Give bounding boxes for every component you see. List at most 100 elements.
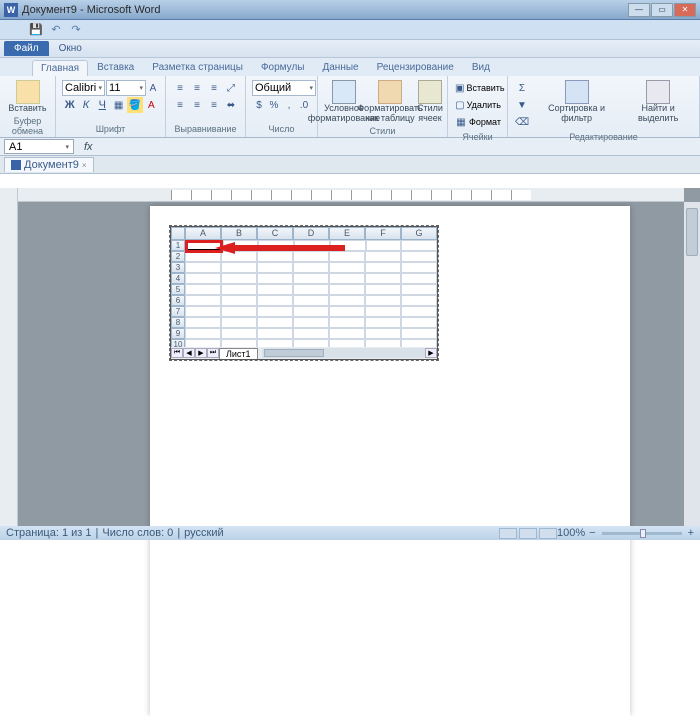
row-header[interactable]: 1 <box>171 240 185 251</box>
sheet-tab[interactable]: Лист1 <box>219 348 258 359</box>
col-header[interactable]: D <box>293 227 329 240</box>
tab-view[interactable]: Вид <box>463 59 499 76</box>
cell[interactable] <box>185 328 221 339</box>
cell[interactable] <box>365 328 401 339</box>
autosum-icon[interactable]: Σ <box>514 80 530 96</box>
cell[interactable] <box>257 251 293 262</box>
cell[interactable] <box>329 273 365 284</box>
sheet-nav-first[interactable]: ⏮ <box>171 348 183 358</box>
cell[interactable] <box>293 273 329 284</box>
fill-icon[interactable]: ▼ <box>514 97 530 113</box>
cell[interactable] <box>221 273 257 284</box>
merge-icon[interactable]: ⬌ <box>223 97 239 113</box>
row-header[interactable]: 7 <box>171 306 185 317</box>
cell[interactable] <box>401 284 437 295</box>
row-header[interactable]: 4 <box>171 273 185 284</box>
cell[interactable] <box>293 328 329 339</box>
fill-color-button[interactable]: 🪣 <box>127 97 142 113</box>
cell[interactable] <box>329 328 365 339</box>
tab-formulas[interactable]: Формулы <box>252 59 314 76</box>
cell[interactable] <box>185 273 221 284</box>
orientation-icon[interactable]: ⤢ <box>223 80 239 96</box>
zoom-slider[interactable] <box>602 532 682 535</box>
format-cells-icon[interactable]: ▦ <box>454 114 468 130</box>
cell[interactable] <box>365 306 401 317</box>
col-header[interactable]: C <box>257 227 293 240</box>
sheet-hscroll[interactable] <box>262 348 425 358</box>
row-header[interactable]: 5 <box>171 284 185 295</box>
align-bottom-icon[interactable]: ≡ <box>206 80 222 96</box>
cell[interactable] <box>223 240 259 251</box>
cell[interactable] <box>185 317 221 328</box>
cell[interactable] <box>294 240 330 251</box>
clear-icon[interactable]: ⌫ <box>514 114 530 130</box>
cell[interactable] <box>185 295 221 306</box>
doc-tab-active[interactable]: Документ9 × <box>4 157 94 172</box>
cell[interactable] <box>401 295 437 306</box>
view-web-icon[interactable] <box>539 528 557 539</box>
row-header[interactable]: 6 <box>171 295 185 306</box>
cell[interactable] <box>257 262 293 273</box>
cell[interactable] <box>257 295 293 306</box>
col-header[interactable]: F <box>365 227 401 240</box>
file-tab[interactable]: Файл <box>4 41 49 56</box>
embedded-spreadsheet[interactable]: A B C D E F G 12345678910 ⏮ ◀ ▶ ⏭ Лист1 <box>170 226 438 360</box>
percent-icon[interactable]: % <box>267 97 281 113</box>
sheet-nav-next[interactable]: ▶ <box>195 348 207 358</box>
cell[interactable] <box>401 317 437 328</box>
col-header[interactable]: E <box>329 227 365 240</box>
cell[interactable] <box>185 240 223 251</box>
row-header[interactable]: 3 <box>171 262 185 273</box>
cell[interactable] <box>221 328 257 339</box>
minimize-button[interactable]: — <box>628 3 650 17</box>
redo-icon[interactable]: ↷ <box>68 22 84 38</box>
col-header[interactable]: B <box>221 227 257 240</box>
cell[interactable] <box>293 284 329 295</box>
cell[interactable] <box>293 306 329 317</box>
cell[interactable] <box>330 240 366 251</box>
cell[interactable] <box>366 240 402 251</box>
align-left-icon[interactable]: ≡ <box>172 97 188 113</box>
cell[interactable] <box>365 295 401 306</box>
cell[interactable] <box>185 251 221 262</box>
zoom-in-icon[interactable]: + <box>688 527 694 539</box>
status-lang[interactable]: русский <box>184 527 223 539</box>
row-header[interactable]: 8 <box>171 317 185 328</box>
comma-icon[interactable]: , <box>282 97 296 113</box>
sort-filter-button[interactable]: Сортировка и фильтр <box>534 78 619 126</box>
save-icon[interactable]: 💾 <box>28 22 44 38</box>
cell[interactable] <box>329 306 365 317</box>
cell[interactable] <box>401 240 437 251</box>
cell[interactable] <box>258 240 294 251</box>
tab-review[interactable]: Рецензирование <box>368 59 463 76</box>
cell[interactable] <box>221 284 257 295</box>
cell[interactable] <box>221 317 257 328</box>
cell[interactable] <box>293 262 329 273</box>
name-box[interactable]: A1▾ <box>4 139 74 154</box>
align-center-icon[interactable]: ≡ <box>189 97 205 113</box>
cell[interactable] <box>185 306 221 317</box>
row-header[interactable]: 2 <box>171 251 185 262</box>
zoom-level[interactable]: 100% <box>557 527 585 539</box>
cell[interactable] <box>365 317 401 328</box>
cell-styles-button[interactable]: Стили ячеек <box>414 78 446 126</box>
bold-button[interactable]: Ж <box>62 97 77 113</box>
align-top-icon[interactable]: ≡ <box>172 80 188 96</box>
currency-icon[interactable]: $ <box>252 97 266 113</box>
cell[interactable] <box>221 295 257 306</box>
cell[interactable] <box>401 251 437 262</box>
cell[interactable] <box>221 262 257 273</box>
cell[interactable] <box>401 262 437 273</box>
cell[interactable] <box>221 306 257 317</box>
close-tab-icon[interactable]: × <box>82 161 87 170</box>
sheet-scroll-right[interactable]: ▶ <box>425 348 437 358</box>
maximize-button[interactable]: ▭ <box>651 3 673 17</box>
cell[interactable] <box>329 262 365 273</box>
cell[interactable] <box>365 251 401 262</box>
col-header[interactable]: A <box>185 227 221 240</box>
format-table-button[interactable]: Форматировать как таблицу <box>368 78 412 126</box>
cell[interactable] <box>185 284 221 295</box>
delete-cells-icon[interactable]: ▢ <box>454 97 466 113</box>
cell[interactable] <box>185 262 221 273</box>
paste-button[interactable]: Вставить <box>4 78 51 116</box>
